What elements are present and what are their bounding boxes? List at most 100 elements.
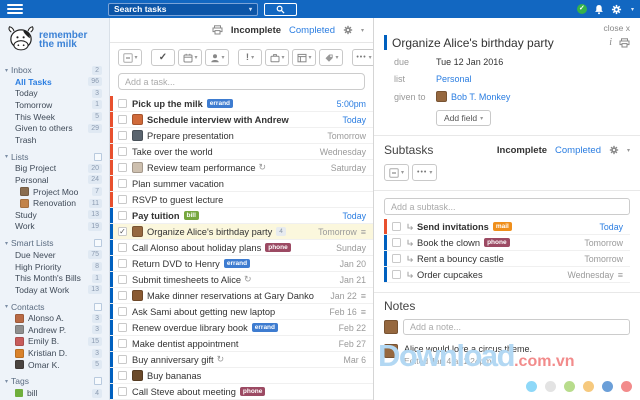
task-row[interactable]: Make dentist appointmentFeb 27 <box>110 336 373 352</box>
sidebar-header-lists[interactable]: ▾Lists <box>0 151 109 163</box>
sidebar-item-today[interactable]: Today3 <box>0 88 109 100</box>
task-checkbox[interactable] <box>118 147 127 156</box>
toolbar-give-to-button[interactable]: ▾ <box>205 49 229 66</box>
toolbar-due-date-button[interactable]: ▾ <box>178 49 202 66</box>
task-checkbox[interactable] <box>118 99 127 108</box>
sidebar-header-smart-lists[interactable]: ▾Smart Lists <box>0 237 109 249</box>
add-task-input[interactable]: Add a task... <box>118 73 365 90</box>
task-checkbox[interactable] <box>118 355 127 364</box>
toolbar-more-actions-button[interactable]: •••▾ <box>352 49 373 66</box>
sidebar-item-this-week[interactable]: This Week5 <box>0 111 109 123</box>
subtasks-gear-icon[interactable] <box>609 145 619 155</box>
list-options-gear-icon[interactable] <box>343 25 353 35</box>
task-checkbox[interactable]: ✓ <box>118 227 127 236</box>
task-row[interactable]: Pick up the milkerrand5:00pm <box>110 96 373 112</box>
add-subtask-input[interactable]: Add a subtask... <box>384 198 630 215</box>
sidebar-item-emily-b[interactable]: Emily B.15 <box>0 336 109 348</box>
close-detail-button[interactable]: close x <box>384 23 630 33</box>
subtasks-gear-caret-icon[interactable]: ▾ <box>627 147 630 154</box>
sidebar-header-contacts[interactable]: ▾Contacts <box>0 301 109 313</box>
info-icon[interactable]: i <box>609 37 612 48</box>
add-icon[interactable] <box>94 153 102 161</box>
task-checkbox[interactable] <box>118 195 127 204</box>
subtask-row[interactable]: Order cupcakesWednesday≡ <box>384 267 630 283</box>
field-value[interactable]: Personal <box>436 74 472 84</box>
task-row[interactable]: Take over the worldWednesday <box>110 144 373 160</box>
task-checkbox[interactable] <box>118 259 127 268</box>
toolbar-postpone-button[interactable]: ▾ <box>265 49 289 66</box>
subtask-row[interactable]: Rent a bouncy castleTomorrow <box>384 251 630 267</box>
task-row[interactable]: Schedule interview with AndrewToday <box>110 112 373 128</box>
task-checkbox[interactable] <box>392 238 401 247</box>
task-checkbox[interactable] <box>118 211 127 220</box>
task-checkbox[interactable] <box>392 270 401 279</box>
sidebar-item-omar-k[interactable]: Omar K.5 <box>0 359 109 371</box>
sidebar-item-trash[interactable]: Trash <box>0 134 109 146</box>
task-checkbox[interactable] <box>118 131 127 140</box>
sidebar-header-tags[interactable]: ▾Tags <box>0 375 109 387</box>
task-row[interactable]: Review team performance↻Saturday <box>110 160 373 176</box>
task-row[interactable]: Prepare presentationTomorrow <box>110 128 373 144</box>
sidebar-item-due-never[interactable]: Due Never75 <box>0 249 109 261</box>
settings-caret-icon[interactable]: ▾ <box>631 6 634 13</box>
task-checkbox[interactable] <box>118 371 127 380</box>
toolbar-priority-button[interactable]: !▾ <box>238 49 262 66</box>
toolbar-select-tasks-button[interactable]: ▾ <box>118 49 142 66</box>
subtask-row[interactable]: Send invitationsmailToday <box>384 219 630 235</box>
task-row[interactable]: Plan summer vacation <box>110 176 373 192</box>
sidebar-item-all-tasks[interactable]: All Tasks96 <box>0 76 109 88</box>
tab-completed[interactable]: Completed <box>289 25 335 36</box>
task-row[interactable]: ✓Organize Alice's birthday party4Tomorro… <box>110 224 373 240</box>
toolbar-complete-button[interactable]: ✓ <box>151 49 175 66</box>
task-checkbox[interactable] <box>392 254 401 263</box>
sidebar-item-personal[interactable]: Personal24 <box>0 174 109 186</box>
sidebar-item-study[interactable]: Study13 <box>0 209 109 221</box>
search-scope-caret-icon[interactable]: ▾ <box>249 6 252 13</box>
task-row[interactable]: Submit timesheets to Alice↻Jan 21 <box>110 272 373 288</box>
task-row[interactable]: Return DVD to HenryerrandJan 20 <box>110 256 373 272</box>
sidebar-item-renovation[interactable]: Renovation11 <box>0 197 109 209</box>
task-row[interactable]: Ask Sami about getting new laptopFeb 16≡ <box>110 304 373 320</box>
task-checkbox[interactable] <box>118 243 127 252</box>
add-icon[interactable] <box>94 377 102 385</box>
settings-gear-icon[interactable] <box>611 4 622 15</box>
toolbar-more-subtasks-button[interactable]: •••▾ <box>412 164 437 181</box>
task-row[interactable]: Call Alonso about holiday plansphoneSund… <box>110 240 373 256</box>
toolbar-tag-button[interactable]: ▾ <box>319 49 343 66</box>
task-row[interactable]: Buy bananas <box>110 368 373 384</box>
print-icon[interactable] <box>212 25 223 35</box>
task-row[interactable]: RSVP to guest lecture <box>110 192 373 208</box>
toolbar-select-subtasks-button[interactable]: ▾ <box>384 164 409 181</box>
notifications-bell-icon[interactable] <box>594 4 604 15</box>
list-options-caret-icon[interactable]: ▾ <box>361 27 364 34</box>
add-note-input[interactable]: Add a note... <box>403 319 630 335</box>
task-checkbox[interactable] <box>118 163 127 172</box>
task-row[interactable]: Pay tuitionbillToday <box>110 208 373 224</box>
sidebar-item-andrew-p[interactable]: Andrew P.3 <box>0 324 109 336</box>
search-input[interactable]: Search tasks ▾ <box>108 3 258 16</box>
sidebar-item-project-moo[interactable]: Project Moo7 <box>0 186 109 198</box>
task-checkbox[interactable] <box>118 275 127 284</box>
add-icon[interactable] <box>94 303 102 311</box>
task-checkbox[interactable] <box>118 291 127 300</box>
sidebar-item-this-month-s-bills[interactable]: This Month's Bills1 <box>0 272 109 284</box>
task-checkbox[interactable] <box>118 115 127 124</box>
subtask-row[interactable]: Book the clownphoneTomorrow <box>384 235 630 251</box>
task-row[interactable]: Call Steve about meetingphone <box>110 384 373 400</box>
field-value[interactable]: Bob T. Monkey <box>451 92 510 102</box>
search-button[interactable] <box>264 3 297 16</box>
sidebar-header-inbox[interactable]: ▾Inbox2 <box>0 64 109 76</box>
toolbar-move-to-list-button[interactable]: ▾ <box>292 49 316 66</box>
add-icon[interactable] <box>94 239 102 247</box>
sidebar-item-bill[interactable]: bill4 <box>0 387 109 399</box>
sidebar-item-work[interactable]: Work19 <box>0 221 109 233</box>
sidebar-item-tomorrow[interactable]: Tomorrow1 <box>0 99 109 111</box>
menu-icon[interactable] <box>7 4 23 14</box>
sidebar-item-high-priority[interactable]: High Priority8 <box>0 261 109 273</box>
task-row[interactable]: Renew overdue library bookerrandFeb 22 <box>110 320 373 336</box>
task-checkbox[interactable] <box>392 222 401 231</box>
task-checkbox[interactable] <box>118 323 127 332</box>
print-task-icon[interactable] <box>619 38 630 48</box>
task-row[interactable]: Make dinner reservations at Gary DankoJa… <box>110 288 373 304</box>
task-checkbox[interactable] <box>118 339 127 348</box>
